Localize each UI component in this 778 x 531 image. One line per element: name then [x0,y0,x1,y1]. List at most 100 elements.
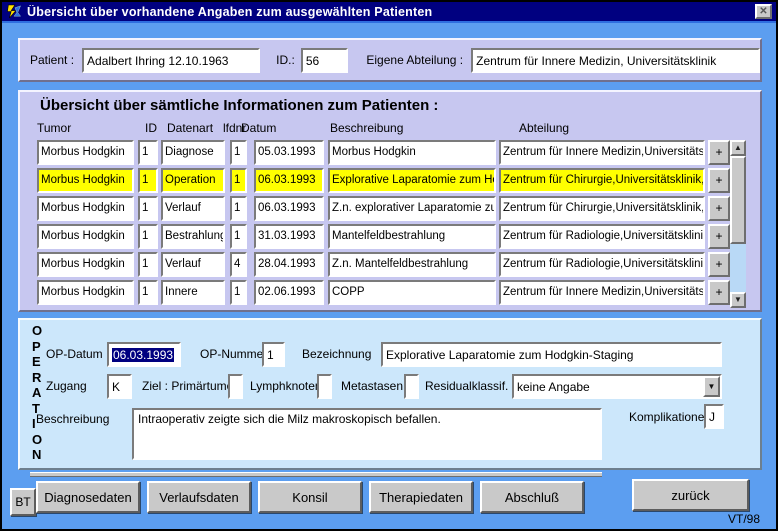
table-cell[interactable]: 06.03.1993 [254,196,324,221]
table-cell[interactable]: 02.06.1993 [254,280,324,305]
expand-row-button[interactable]: + [708,280,730,305]
table-cell[interactable]: 1 [230,140,247,165]
column-header-beschreibung: Beschreibung [330,121,403,135]
toolbar-button-diagnosedaten[interactable]: Diagnosedaten [36,481,140,513]
zugang-label: Zugang [46,379,87,393]
column-header-id: ID [145,121,157,135]
operation-panel: OPERATION OP-Datum 06.03.1993 OP-Nummer … [18,318,762,470]
table-cell[interactable]: Innere [161,280,225,305]
expand-row-button[interactable]: + [708,196,730,221]
patient-label: Patient : [30,53,74,67]
own-department-field[interactable]: Zentrum für Innere Medizin, Universitäts… [471,48,760,73]
primaertumor-field[interactable] [228,374,243,399]
toolbar-button-konsil[interactable]: Konsil [258,481,362,513]
table-cell[interactable]: Explorative Laparatomie zum Hodg [328,168,496,193]
table-row[interactable]: Morbus Hodgkin1Verlauf106.03.1993Z.n. ex… [37,196,737,221]
app-window: Übersicht über vorhandene Angaben zum au… [0,0,778,531]
bezeichnung-label: Bezeichnung [302,347,371,361]
table-cell[interactable]: Morbus Hodgkin [37,252,134,277]
expand-row-button[interactable]: + [708,252,730,277]
table-cell[interactable]: Morbus Hodgkin [37,280,134,305]
table-cell[interactable]: 31.03.1993 [254,224,324,249]
lymphknoten-label: Lymphknoten [250,379,322,393]
table-cell[interactable]: Morbus Hodgkin [328,140,496,165]
toolbar-button-verlaufsdaten[interactable]: Verlaufsdaten [147,481,251,513]
table-cell[interactable]: Morbus Hodgkin [37,224,134,249]
operation-section-label: OPERATION [32,323,42,463]
table-cell[interactable]: 1 [138,196,158,221]
table-row[interactable]: Morbus Hodgkin1Diagnose105.03.1993Morbus… [37,140,737,165]
patient-name-field[interactable]: Adalbert Ihring 12.10.1963 [82,48,260,73]
table-cell[interactable]: Z.n. Mantelfeldbestrahlung [328,252,496,277]
op-nummer-label: OP-Nummer [200,347,267,361]
table-scrollbar[interactable]: ▲ ▼ [730,140,746,308]
table-cell[interactable]: Morbus Hodgkin [37,196,134,221]
residualklassif-dropdown[interactable]: keine Angabe ▼ [512,374,722,399]
table-cell[interactable]: 1 [138,224,158,249]
table-cell[interactable]: Verlauf [161,196,225,221]
table-cell[interactable]: Mantelfeldbestrahlung [328,224,496,249]
table-cell[interactable]: 1 [138,252,158,277]
scrollbar-thumb[interactable] [730,156,746,244]
table-cell[interactable]: Diagnose [161,140,225,165]
scroll-up-icon[interactable]: ▲ [730,140,746,156]
expand-row-button[interactable]: + [708,224,730,249]
overview-title: Übersicht über sämtliche Informationen z… [40,97,438,114]
table-row[interactable]: Morbus Hodgkin1Bestrahlung131.03.1993Man… [37,224,737,249]
table-cell[interactable]: Zentrum für Innere Medizin,Universitätsk… [499,140,705,165]
table-cell[interactable]: Zentrum für Chirurgie,Universitätsklinik… [499,168,705,193]
table-cell[interactable]: Zentrum für Chirurgie,Universitätsklinik… [499,196,705,221]
column-header-datum: Datum [241,121,276,135]
table-cell[interactable]: 1 [230,224,247,249]
toolbar-button-abschlu[interactable]: Abschluß [480,481,584,513]
table-cell[interactable]: Morbus Hodgkin [37,140,134,165]
table-cell[interactable]: Zentrum für Radiologie,Universitätsklini… [499,224,705,249]
beschreibung-textarea[interactable]: Intraoperativ zeigte sich die Milz makro… [132,408,602,460]
table-cell[interactable]: Zentrum für Radiologie,Universitätsklini… [499,252,705,277]
scroll-down-icon[interactable]: ▼ [730,292,746,308]
column-header-tumor: Tumor [37,121,71,135]
lymphknoten-field[interactable] [317,374,332,399]
close-icon[interactable]: ✕ [755,4,772,19]
op-nummer-field[interactable]: 1 [262,342,285,367]
table-row[interactable]: Morbus Hodgkin1Innere102.06.1993COPPZent… [37,280,737,305]
overview-rows: Morbus Hodgkin1Diagnose105.03.1993Morbus… [37,140,737,308]
table-cell[interactable]: Zentrum für Innere Medizin,Universitätsk… [499,280,705,305]
table-cell[interactable]: 28.04.1993 [254,252,324,277]
app-icon [6,4,22,19]
table-cell[interactable]: 1 [138,280,158,305]
table-cell[interactable]: 1 [138,168,158,193]
bezeichnung-field[interactable]: Explorative Laparatomie zum Hodgkin-Stag… [381,342,722,367]
table-row[interactable]: Morbus Hodgkin1Operation106.03.1993Explo… [37,168,737,193]
table-cell[interactable]: 1 [230,168,247,193]
op-datum-label: OP-Datum [46,347,103,361]
table-cell[interactable]: 4 [230,252,247,277]
title-bar: Übersicht über vorhandene Angaben zum au… [2,2,776,23]
table-cell[interactable]: Bestrahlung [161,224,225,249]
table-cell[interactable]: Verlauf [161,252,225,277]
patient-id-field[interactable]: 56 [301,48,349,73]
metastasen-field[interactable] [404,374,419,399]
komplikationen-field[interactable]: J [704,404,724,429]
bt-button[interactable]: BT [10,488,36,516]
expand-row-button[interactable]: + [708,168,730,193]
version-text: VT/98 [728,512,760,526]
table-cell[interactable]: COPP [328,280,496,305]
table-row[interactable]: Morbus Hodgkin1Verlauf4 28.04.1993Z.n. Ma… [37,252,737,277]
table-cell[interactable]: 1 [138,140,158,165]
table-cell[interactable]: 1 [230,280,247,305]
residualklassif-label: Residualklassif. [425,379,508,393]
chevron-down-icon[interactable]: ▼ [703,376,720,397]
op-datum-field[interactable]: 06.03.1993 [107,342,181,367]
table-cell[interactable]: 06.03.1993 [254,168,324,193]
table-cell[interactable]: Z.n. explorativer Laparatomie zum [328,196,496,221]
table-cell[interactable]: Morbus Hodgkin [37,168,134,193]
table-cell[interactable]: 05.03.1993 [254,140,324,165]
table-cell[interactable]: Operation [161,168,225,193]
toolbar-button-therapiedaten[interactable]: Therapiedaten [369,481,473,513]
expand-row-button[interactable]: + [708,140,730,165]
table-cell[interactable]: 1 [230,196,247,221]
zugang-field[interactable]: K [107,374,132,399]
back-button[interactable]: zurück [632,479,749,511]
own-department-label: Eigene Abteilung : [366,53,463,67]
